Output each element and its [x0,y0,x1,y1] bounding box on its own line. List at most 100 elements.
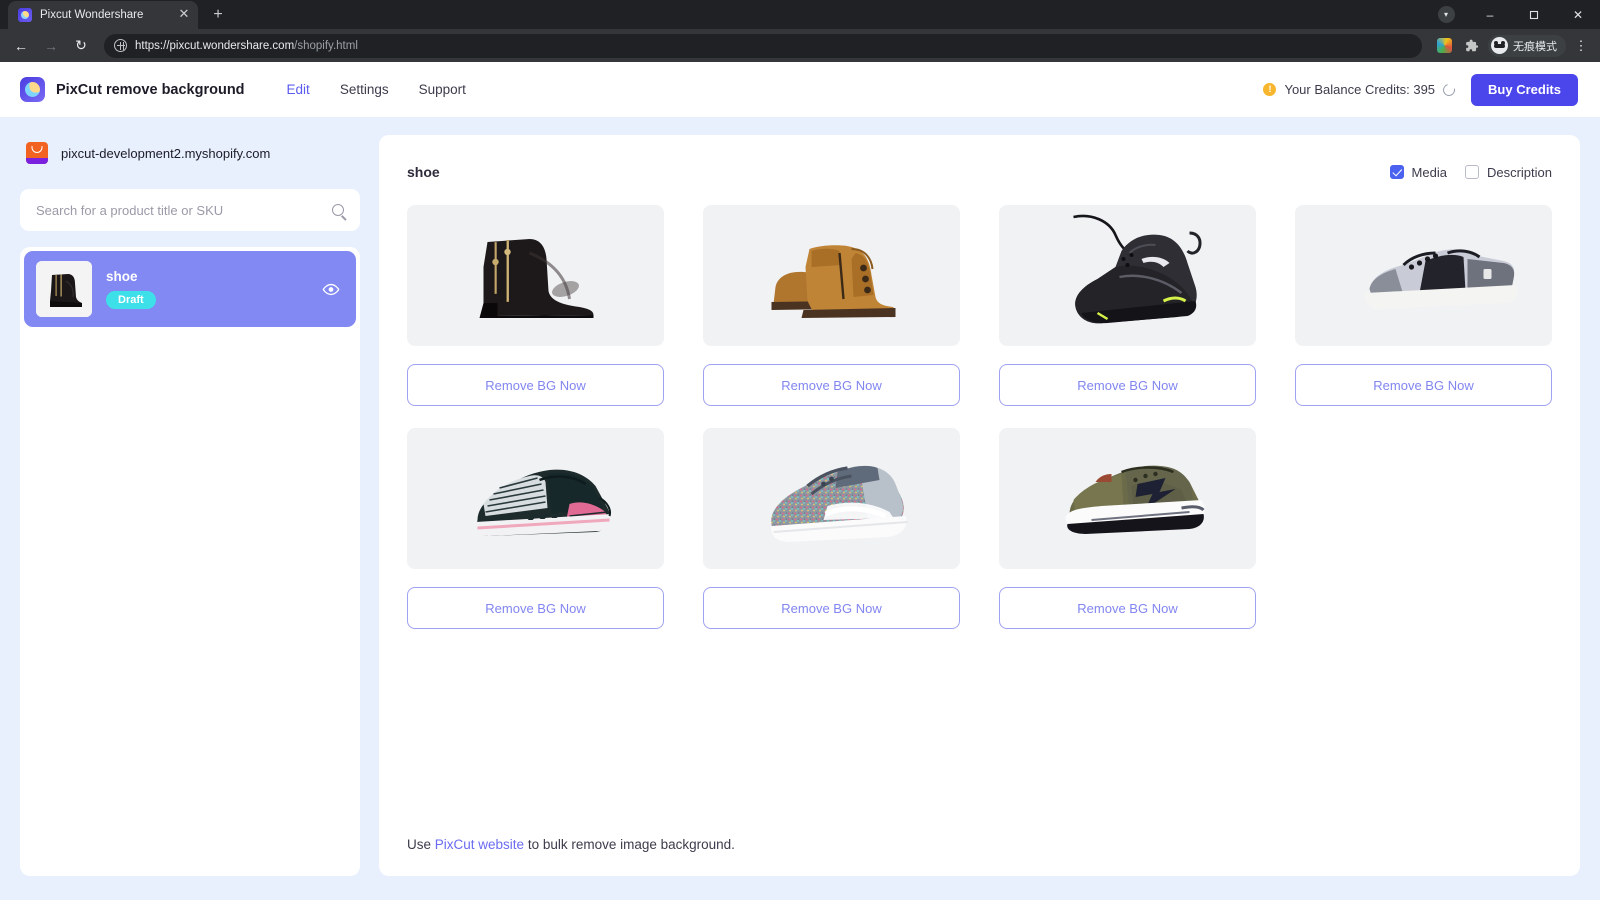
tab-title: Pixcut Wondershare [40,9,168,21]
product-meta: shoe Draft [106,269,306,309]
tab-strip: Pixcut Wondershare ✕ + ▾ – ✕ [0,0,1600,29]
maximize-button[interactable] [1512,0,1556,29]
remove-bg-button[interactable]: Remove BG Now [999,587,1256,629]
search-input[interactable] [36,203,324,218]
nike-flyknit-multicolor-sneaker-image [703,428,960,569]
store-name: pixcut-development2.myshopify.com [61,146,270,161]
panel-header: shoe Media Description [407,157,1552,187]
media-thumbnail-new-balance[interactable] [999,428,1256,569]
media-checkbox[interactable] [1390,165,1404,179]
app-header-right: ! Your Balance Credits: 395 Buy Credits [1263,74,1578,106]
address-bar[interactable]: https://pixcut.wondershare.com/shopify.h… [104,34,1422,58]
close-tab-icon[interactable]: ✕ [176,7,192,23]
app-container: PixCut remove background Edit Settings S… [0,62,1600,900]
filter-media[interactable]: Media [1390,165,1447,180]
maximize-icon [1529,9,1540,20]
address-bar-url: https://pixcut.wondershare.com/shopify.h… [135,40,358,52]
filter-description[interactable]: Description [1465,165,1552,180]
browser-tab[interactable]: Pixcut Wondershare ✕ [8,1,198,29]
remove-bg-button[interactable]: Remove BG Now [703,364,960,406]
sidebar: pixcut-development2.myshopify.com [20,135,360,876]
new-balance-olive-sneaker-image [999,428,1256,569]
toolbar-right: 无痕模式 ⋮ [1432,34,1592,58]
media-thumbnail-grey-sneaker[interactable] [1295,205,1552,346]
media-panel: shoe Media Description [379,135,1580,876]
back-button[interactable]: ← [8,33,34,59]
black-leather-ankle-boot-image [407,205,664,346]
footer-suffix: to bulk remove image background. [524,837,735,852]
panel-filters: Media Description [1390,165,1552,180]
incognito-badge[interactable]: 无痕模式 [1488,35,1566,57]
nav-item-settings[interactable]: Settings [340,82,389,97]
reload-button[interactable]: ↻ [68,33,94,59]
product-title: shoe [106,269,306,284]
minimize-button[interactable]: – [1468,0,1512,29]
media-card: Remove BG Now [703,428,960,629]
description-label: Description [1487,165,1552,180]
panel-footer: Use PixCut website to bulk remove image … [407,817,1552,876]
new-tab-button[interactable]: + [204,1,232,29]
black-nike-running-shoe-image [999,205,1256,346]
globe-icon [114,39,127,52]
remove-bg-button[interactable]: Remove BG Now [999,364,1256,406]
tan-suede-ankle-boots-pair-image [703,205,960,346]
media-thumbnail-adidas-eqt[interactable] [407,428,664,569]
media-card: Remove BG Now [999,428,1256,629]
incognito-label: 无痕模式 [1513,38,1557,54]
main-nav: Edit Settings Support [287,82,466,97]
media-card: Remove BG Now [703,205,960,406]
media-thumbnail-nike-flyknit[interactable] [703,428,960,569]
brand[interactable]: PixCut remove background [20,77,245,102]
download-manager-icon[interactable] [1432,34,1456,58]
product-thumbnail [36,261,92,317]
nav-item-edit[interactable]: Edit [287,82,310,97]
footer-prefix: Use [407,837,435,852]
product-search[interactable] [20,189,360,231]
media-card: Remove BG Now [407,428,664,629]
browser-toolbar: ← → ↻ https://pixcut.wondershare.com/sho… [0,29,1600,62]
url-host: https://pixcut.wondershare.com [135,40,294,52]
app-header: PixCut remove background Edit Settings S… [0,62,1600,117]
media-thumbnail-black-boot[interactable] [407,205,664,346]
window-controls: ▾ – ✕ [1424,0,1600,29]
media-card: Remove BG Now [1295,205,1552,406]
description-checkbox[interactable] [1465,165,1479,179]
page-title: shoe [407,164,440,180]
pixcut-website-link[interactable]: PixCut website [435,837,524,852]
media-grid: Remove BG Now [407,205,1552,629]
black-boot-thumb-icon [36,261,92,317]
tab-search-button[interactable]: ▾ [1424,0,1468,29]
media-card: Remove BG Now [407,205,664,406]
refresh-icon[interactable] [1441,81,1457,97]
close-window-button[interactable]: ✕ [1556,0,1600,29]
chevron-down-icon: ▾ [1438,6,1455,23]
buy-credits-button[interactable]: Buy Credits [1471,74,1578,106]
status-badge: Draft [106,291,156,309]
workspace: pixcut-development2.myshopify.com [0,117,1600,900]
nav-item-support[interactable]: Support [419,82,466,97]
coin-icon: ! [1263,83,1276,96]
incognito-icon [1491,37,1508,54]
forward-button: → [38,33,64,59]
remove-bg-button[interactable]: Remove BG Now [407,364,664,406]
media-card: Remove BG Now [999,205,1256,406]
remove-bg-button[interactable]: Remove BG Now [407,587,664,629]
media-thumbnail-tan-boots[interactable] [703,205,960,346]
browser-menu-button[interactable]: ⋮ [1570,39,1592,52]
app-title: PixCut remove background [56,82,245,98]
extensions-puzzle-icon[interactable] [1460,34,1484,58]
url-path: /shopify.html [294,40,358,52]
preview-eye-icon[interactable] [320,283,342,296]
search-icon[interactable] [332,204,344,216]
remove-bg-button[interactable]: Remove BG Now [703,587,960,629]
pixcut-logo-icon [20,77,45,102]
store-row: pixcut-development2.myshopify.com [20,135,360,169]
balance-credits-label: Your Balance Credits: 395 [1284,82,1435,97]
remove-bg-button[interactable]: Remove BG Now [1295,364,1552,406]
balance-credits: ! Your Balance Credits: 395 [1263,82,1455,97]
adidas-eqt-knit-sneaker-image [407,428,664,569]
media-thumbnail-nike-black[interactable] [999,205,1256,346]
product-list-item-shoe[interactable]: shoe Draft [24,251,356,327]
shopify-icon [26,142,48,164]
pixcut-favicon-icon [18,8,32,22]
